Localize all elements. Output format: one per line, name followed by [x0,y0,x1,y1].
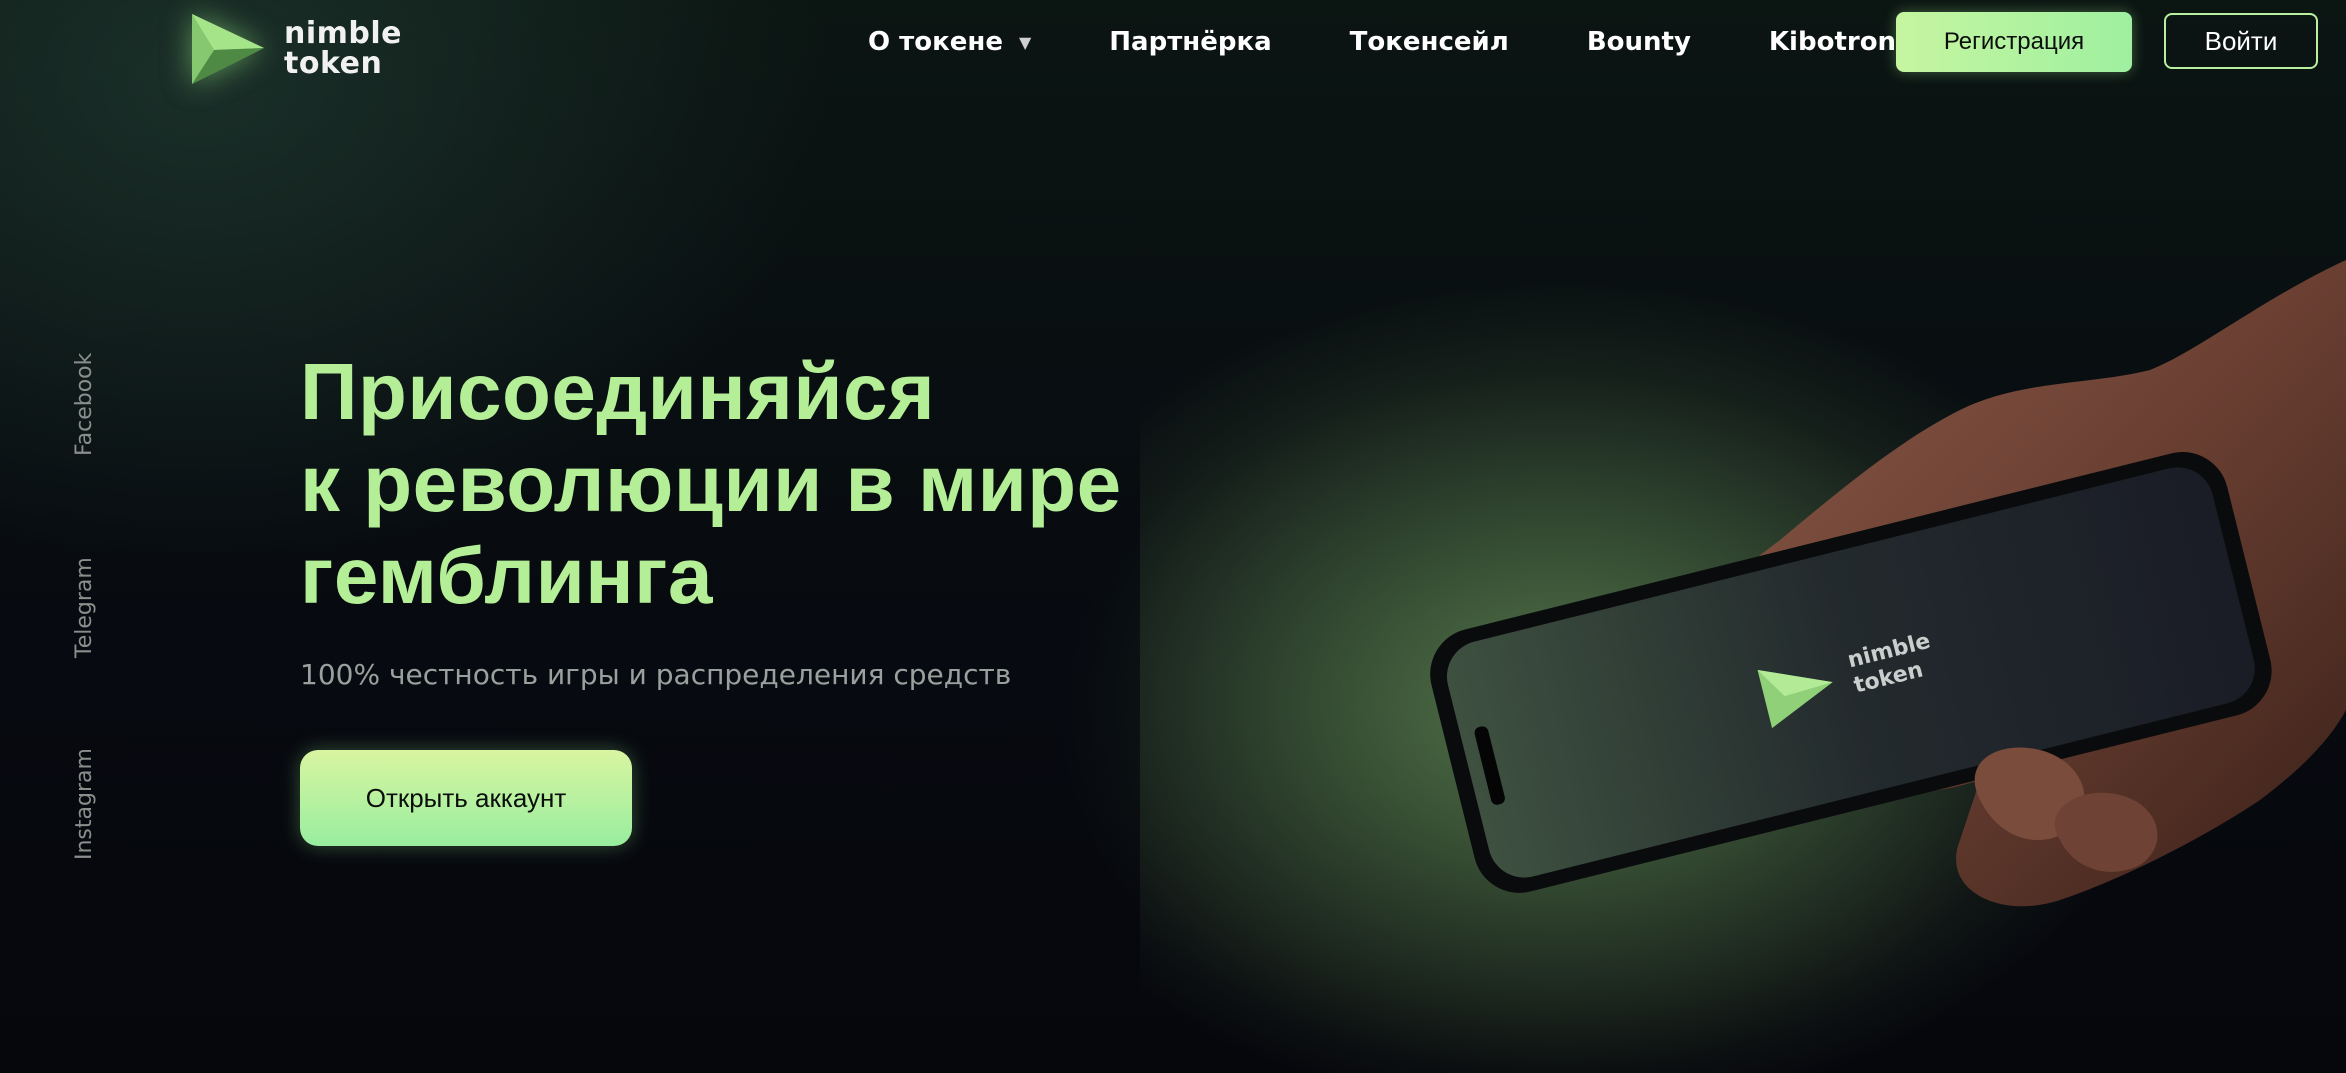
hero-title: Присоединяйся к революции в мире гемблин… [300,346,1122,622]
nav-item-label: Bounty [1586,27,1691,57]
social-link-telegram[interactable]: Telegram [72,557,97,658]
logo-text-line1: nimble [284,16,403,51]
nav-item-label: Токенсейл [1349,27,1509,57]
hero-title-line2: к революции в мире [300,439,1122,528]
logo-text-line2: token [284,46,383,81]
caret-down-icon: ▼ [1018,32,1032,52]
open-account-button[interactable]: Открыть аккаунт [300,750,632,846]
login-button[interactable]: Войти [2164,13,2318,69]
hero-subtitle: 100% честность игры и распределения сред… [300,658,1012,691]
main-nav: О токене ▼ Партнёрка Токенсейл Bounty Ki… [868,24,1990,60]
hero-title-line1: Присоединяйся [300,347,936,436]
header: nimble token О токене ▼ Партнёрка Токенс… [0,0,2346,86]
nav-item-partner[interactable]: Партнёрка [1109,27,1271,57]
triangle-logo-icon [192,14,264,84]
register-button[interactable]: Регистрация [1896,12,2132,72]
logo-text: nimble token [284,19,402,79]
hero-title-line3: гемблинга [300,531,713,620]
nav-item-about-token[interactable]: О токене ▼ [868,27,1031,57]
hand-holding-phone-image: nimble token [1140,240,2346,1073]
nav-item-kibotrons[interactable]: Kibotrons [1769,27,1912,57]
nav-item-label: Партнёрка [1109,27,1272,57]
nav-item-label: Kibotrons [1768,27,1912,57]
social-link-facebook[interactable]: Facebook [72,353,97,456]
logo[interactable]: nimble token [188,10,402,88]
landing-page: nimble token О токене ▼ Партнёрка Токенс… [0,0,2346,1073]
nav-item-label: О токене [868,27,1003,57]
social-link-instagram[interactable]: Instagram [72,748,97,860]
nav-item-tokensale[interactable]: Токенсейл [1350,27,1509,57]
nav-item-bounty[interactable]: Bounty [1587,27,1691,57]
